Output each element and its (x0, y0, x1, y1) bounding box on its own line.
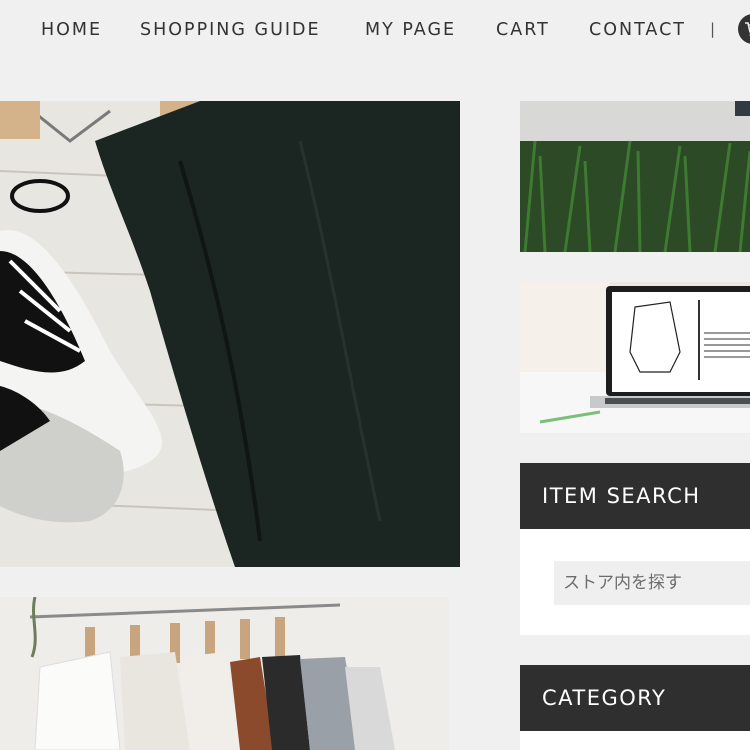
nav-shopping-guide[interactable]: SHOPPING GUIDE (140, 20, 321, 40)
search-input[interactable] (554, 561, 750, 605)
category-heading: CATEGORY (520, 665, 750, 731)
top-navigation: HOME SHOPPING GUIDE MY PAGE CART CONTACT… (0, 0, 750, 64)
category-panel (520, 731, 750, 750)
product-photo-sneakers-skirt[interactable] (0, 101, 460, 567)
nav-contact[interactable]: CONTACT (589, 20, 686, 40)
nav-home[interactable]: HOME (41, 20, 102, 40)
banner-photo-grass[interactable] (520, 101, 750, 252)
banner-photo-laptop[interactable] (520, 282, 750, 433)
cart-icon[interactable] (738, 14, 750, 44)
product-photo-clothing-rack[interactable] (0, 597, 449, 750)
nav-separator: | (710, 20, 716, 38)
nav-my-page[interactable]: MY PAGE (365, 20, 456, 40)
item-search-heading: ITEM SEARCH (520, 463, 750, 529)
nav-cart[interactable]: CART (496, 20, 550, 40)
